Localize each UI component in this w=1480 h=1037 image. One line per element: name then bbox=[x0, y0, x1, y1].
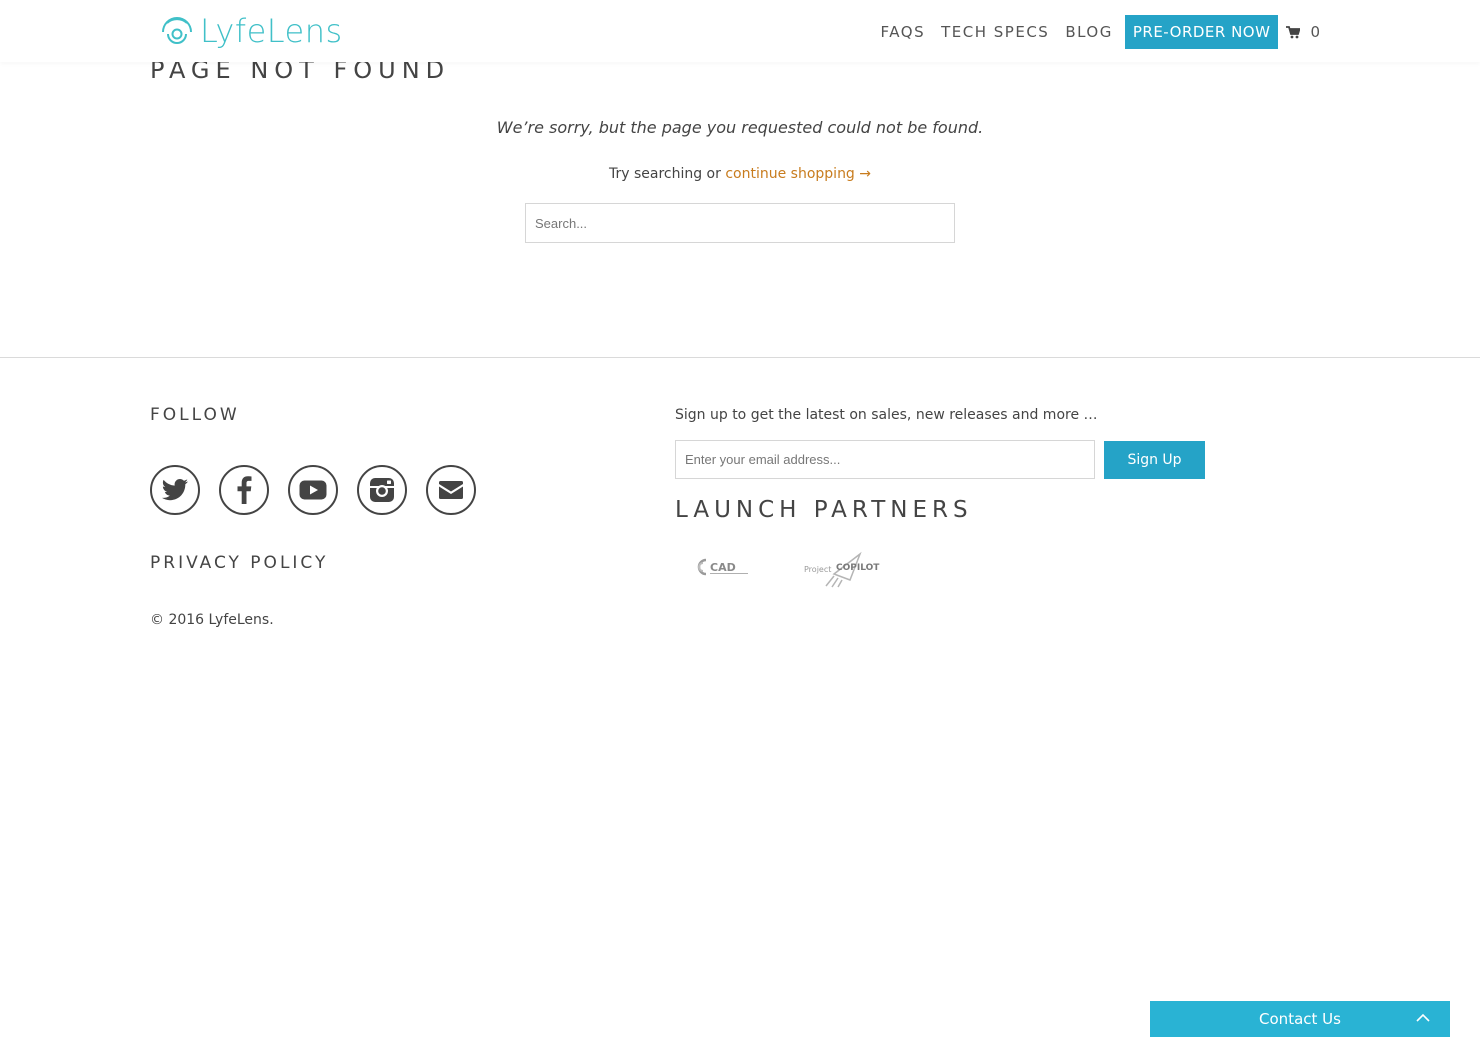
youtube-icon bbox=[299, 480, 327, 500]
email-link[interactable] bbox=[426, 465, 476, 515]
follow-heading: FOLLOW bbox=[150, 405, 240, 425]
site-header: LyfeLens FAQS TECH SPECS BLOG PRE-ORDER … bbox=[0, 0, 1480, 62]
twitter-link[interactable] bbox=[150, 465, 200, 515]
not-found-message: We’re sorry, but the page you requested … bbox=[496, 118, 984, 137]
cart-link[interactable]: 0 bbox=[1286, 23, 1320, 41]
facebook-icon bbox=[237, 476, 252, 504]
copyright: © 2016 LyfeLens. bbox=[150, 612, 274, 628]
continue-shopping-link[interactable]: continue shopping → bbox=[725, 166, 871, 182]
partner-cad-logo[interactable]: CAD bbox=[696, 557, 750, 577]
instagram-link[interactable] bbox=[357, 465, 407, 515]
social-links bbox=[150, 465, 495, 515]
facebook-link[interactable] bbox=[219, 465, 269, 515]
contact-us-label: Contact Us bbox=[1259, 1010, 1341, 1028]
email-input[interactable] bbox=[676, 441, 1094, 478]
main-nav: FAQS TECH SPECS BLOG PRE-ORDER NOW 0 bbox=[865, 15, 1320, 49]
preorder-button[interactable]: PRE-ORDER NOW bbox=[1124, 15, 1279, 49]
svg-text:CAD: CAD bbox=[710, 561, 736, 574]
logo-icon bbox=[162, 17, 192, 44]
instagram-icon bbox=[370, 478, 394, 502]
search-field bbox=[525, 203, 955, 243]
privacy-policy-link[interactable]: PRIVACY POLICY bbox=[150, 553, 328, 573]
cart-icon bbox=[1286, 25, 1301, 38]
chevron-up-icon[interactable] bbox=[1416, 1013, 1430, 1022]
email-field bbox=[675, 440, 1095, 479]
nav-blog[interactable]: BLOG bbox=[1065, 23, 1113, 41]
nav-faqs[interactable]: FAQS bbox=[881, 23, 926, 41]
search-input[interactable] bbox=[526, 204, 954, 242]
footer-divider bbox=[0, 357, 1480, 358]
copilot-logo: Project COPILOT bbox=[804, 551, 880, 588]
try-searching-text: Try searching or continue shopping → bbox=[0, 166, 1480, 182]
twitter-icon bbox=[161, 479, 188, 501]
cart-count: 0 bbox=[1310, 23, 1320, 41]
email-icon bbox=[439, 481, 463, 499]
youtube-link[interactable] bbox=[288, 465, 338, 515]
try-prefix: Try searching or bbox=[608, 166, 726, 182]
launch-partners-heading: LAUNCH PARTNERS bbox=[675, 497, 973, 523]
partner-copilot-logo[interactable]: Project COPILOT bbox=[804, 550, 880, 588]
site-logo[interactable]: LyfeLens bbox=[158, 12, 343, 50]
contact-us-widget[interactable]: Contact Us bbox=[1150, 1001, 1450, 1037]
logo-text: LyfeLens bbox=[200, 12, 343, 50]
svg-text:Project: Project bbox=[804, 565, 831, 574]
nav-tech-specs[interactable]: TECH SPECS bbox=[941, 23, 1049, 41]
sign-up-button[interactable]: Sign Up bbox=[1104, 441, 1205, 479]
newsletter-text: Sign up to get the latest on sales, new … bbox=[675, 407, 1098, 423]
svg-text:COPILOT: COPILOT bbox=[836, 563, 880, 573]
cad-logo: CAD bbox=[697, 558, 748, 576]
